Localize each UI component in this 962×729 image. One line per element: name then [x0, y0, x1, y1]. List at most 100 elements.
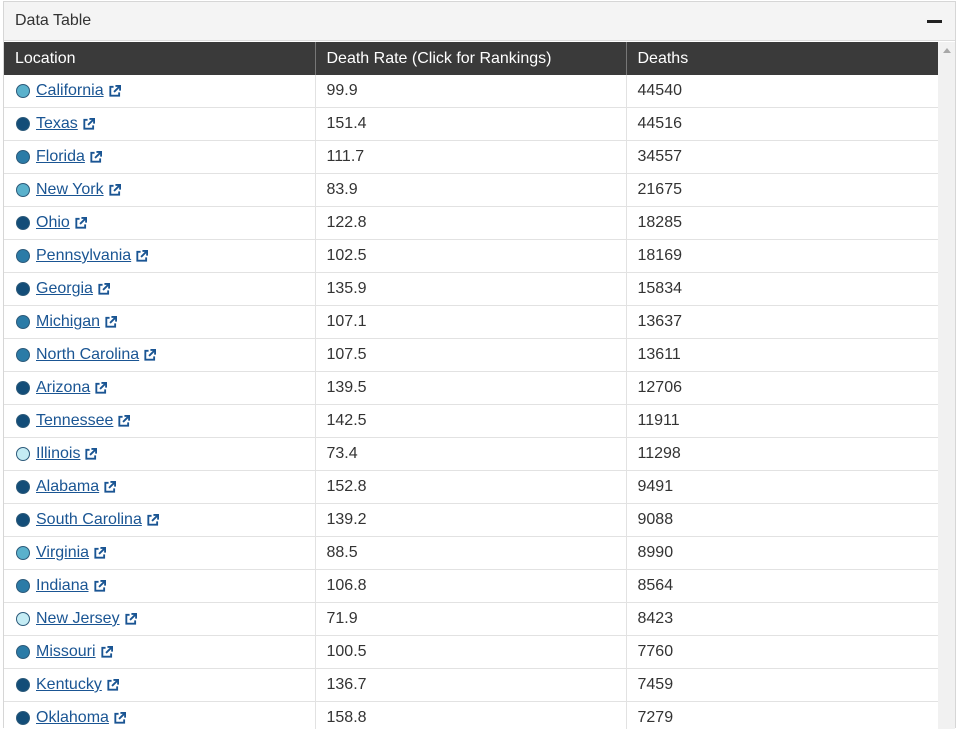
cell-deaths: 7279 — [626, 702, 939, 729]
cell-deaths: 15834 — [626, 273, 939, 306]
location-link[interactable]: South Carolina — [36, 511, 142, 529]
location-link[interactable]: Pennsylvania — [36, 247, 131, 265]
external-link-icon[interactable] — [124, 613, 137, 626]
external-link-icon[interactable] — [113, 712, 126, 725]
table-row: Illinois73.411298 — [4, 438, 939, 471]
external-link-icon[interactable] — [93, 547, 106, 560]
external-link-icon[interactable] — [108, 184, 121, 197]
external-link-icon[interactable] — [146, 514, 159, 527]
table-row: Pennsylvania102.518169 — [4, 240, 939, 273]
vertical-scrollbar[interactable] — [938, 42, 955, 729]
external-link-icon[interactable] — [103, 481, 116, 494]
legend-color-dot — [16, 513, 30, 527]
table-row: South Carolina139.29088 — [4, 504, 939, 537]
collapse-button[interactable] — [925, 12, 943, 30]
table-row: Tennessee142.511911 — [4, 405, 939, 438]
table-row: Kentucky136.77459 — [4, 669, 939, 702]
data-table-panel: Data Table Location Death Rate (Click fo… — [3, 1, 956, 728]
location-link[interactable]: New York — [36, 181, 104, 199]
table-row: Georgia 135.915834 — [4, 273, 939, 306]
legend-color-dot — [16, 678, 30, 692]
cell-death-rate: 107.1 — [315, 306, 626, 339]
external-link-icon[interactable] — [89, 151, 102, 164]
cell-location: Virginia — [4, 537, 315, 570]
location-link[interactable]: Texas — [36, 115, 78, 133]
cell-death-rate: 111.7 — [315, 141, 626, 174]
header-row: Location Death Rate (Click for Rankings)… — [4, 42, 939, 75]
location-cell-content: Texas — [15, 115, 315, 133]
external-link-icon[interactable] — [84, 448, 97, 461]
cell-location: South Carolina — [4, 504, 315, 537]
cell-death-rate: 135.9 — [315, 273, 626, 306]
cell-deaths: 12706 — [626, 372, 939, 405]
location-link[interactable]: North Carolina — [36, 346, 139, 364]
column-header-death-rate[interactable]: Death Rate (Click for Rankings) — [315, 42, 626, 75]
location-cell-content: Georgia — [15, 280, 315, 298]
external-link-icon[interactable] — [94, 382, 107, 395]
cell-location: Texas — [4, 108, 315, 141]
table-row: Arizona 139.512706 — [4, 372, 939, 405]
location-link[interactable]: Arizona — [36, 379, 90, 397]
external-link-icon[interactable] — [93, 580, 106, 593]
cell-location: Pennsylvania — [4, 240, 315, 273]
legend-color-dot — [16, 381, 30, 395]
cell-deaths: 18285 — [626, 207, 939, 240]
external-link-icon[interactable] — [106, 679, 119, 692]
cell-death-rate: 139.2 — [315, 504, 626, 537]
cell-death-rate: 107.5 — [315, 339, 626, 372]
location-link[interactable]: Michigan — [36, 313, 100, 331]
cell-location: Indiana — [4, 570, 315, 603]
location-cell-content: Virginia — [15, 544, 315, 562]
external-link-icon[interactable] — [143, 349, 156, 362]
table-row: Texas151.444516 — [4, 108, 939, 141]
external-link-icon[interactable] — [97, 283, 110, 296]
legend-color-dot — [16, 579, 30, 593]
location-cell-content: New Jersey — [15, 610, 315, 628]
cell-deaths: 21675 — [626, 174, 939, 207]
location-link[interactable]: Missouri — [36, 643, 96, 661]
column-header-location[interactable]: Location — [4, 42, 315, 75]
scroll-up-button[interactable] — [938, 42, 955, 59]
external-link-icon[interactable] — [74, 217, 87, 230]
location-link[interactable]: Tennessee — [36, 412, 113, 430]
legend-color-dot — [16, 480, 30, 494]
location-link[interactable]: Virginia — [36, 544, 89, 562]
legend-color-dot — [16, 447, 30, 461]
location-cell-content: Oklahoma — [15, 709, 315, 727]
legend-color-dot — [16, 150, 30, 164]
legend-color-dot — [16, 282, 30, 296]
cell-deaths: 8423 — [626, 603, 939, 636]
location-link[interactable]: Illinois — [36, 445, 80, 463]
location-cell-content: Florida — [15, 148, 315, 166]
external-link-icon[interactable] — [135, 250, 148, 263]
location-link[interactable]: Kentucky — [36, 676, 102, 694]
cell-deaths: 13611 — [626, 339, 939, 372]
table-row: Missouri100.57760 — [4, 636, 939, 669]
cell-death-rate: 122.8 — [315, 207, 626, 240]
column-header-deaths[interactable]: Deaths — [626, 42, 939, 75]
location-cell-content: California — [15, 82, 315, 100]
location-cell-content: New York — [15, 181, 315, 199]
legend-color-dot — [16, 315, 30, 329]
location-link[interactable]: Indiana — [36, 577, 89, 595]
location-link[interactable]: Oklahoma — [36, 709, 109, 727]
cell-location: Tennessee — [4, 405, 315, 438]
location-link[interactable]: Ohio — [36, 214, 70, 232]
location-link[interactable]: New Jersey — [36, 610, 120, 628]
table-row: North Carolina 107.513611 — [4, 339, 939, 372]
external-link-icon[interactable] — [117, 415, 130, 428]
location-link[interactable]: Georgia — [36, 280, 93, 298]
legend-color-dot — [16, 645, 30, 659]
location-cell-content: Kentucky — [15, 676, 315, 694]
cell-death-rate: 139.5 — [315, 372, 626, 405]
cell-location: Florida — [4, 141, 315, 174]
location-link[interactable]: Alabama — [36, 478, 99, 496]
panel-title: Data Table — [15, 12, 91, 30]
external-link-icon[interactable] — [104, 316, 117, 329]
location-link[interactable]: California — [36, 82, 104, 100]
external-link-icon[interactable] — [108, 85, 121, 98]
external-link-icon[interactable] — [82, 118, 95, 131]
external-link-icon[interactable] — [100, 646, 113, 659]
legend-color-dot — [16, 117, 30, 131]
location-link[interactable]: Florida — [36, 148, 85, 166]
